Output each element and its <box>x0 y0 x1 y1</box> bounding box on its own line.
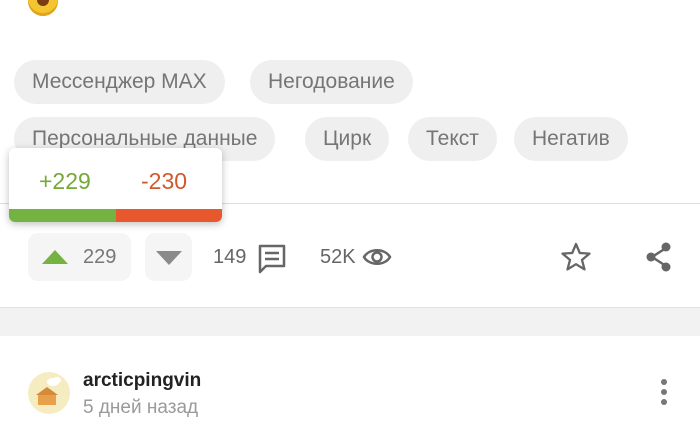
share-icon[interactable] <box>644 241 674 273</box>
star-icon[interactable] <box>560 241 592 273</box>
tag-circus[interactable]: Цирк <box>305 117 390 161</box>
comment-time: 5 дней назад <box>83 397 199 418</box>
upvote-count: 229 <box>83 246 117 268</box>
more-vertical-icon[interactable] <box>658 378 670 406</box>
comment-icon[interactable] <box>256 242 288 274</box>
downvote-button[interactable] <box>145 233 192 281</box>
section-separator <box>0 307 700 336</box>
rating-bar-negative <box>116 209 222 222</box>
rating-plus: +229 <box>39 168 91 194</box>
tag-negodovanie[interactable]: Негодование <box>250 60 413 104</box>
tag-negative[interactable]: Негатив <box>514 117 628 161</box>
laughing-emoji-icon <box>28 0 58 16</box>
avatar-image <box>28 372 70 414</box>
tag-text[interactable]: Текст <box>408 117 497 161</box>
comment-username[interactable]: arcticpingvin <box>83 370 201 392</box>
arrow-down-icon <box>156 251 182 265</box>
rating-bar-positive <box>9 209 116 222</box>
eye-icon <box>362 249 392 265</box>
upvote-button[interactable]: 229 <box>28 233 131 281</box>
comments-count[interactable]: 149 <box>213 246 246 269</box>
avatar[interactable] <box>28 372 70 414</box>
rating-minus: -230 <box>141 168 188 194</box>
rating-popup: +229 -230 <box>9 148 222 222</box>
arrow-up-icon <box>42 250 68 264</box>
views-count: 52K <box>320 246 356 268</box>
tag-messenger-max[interactable]: Мессенджер MAX <box>14 60 225 104</box>
